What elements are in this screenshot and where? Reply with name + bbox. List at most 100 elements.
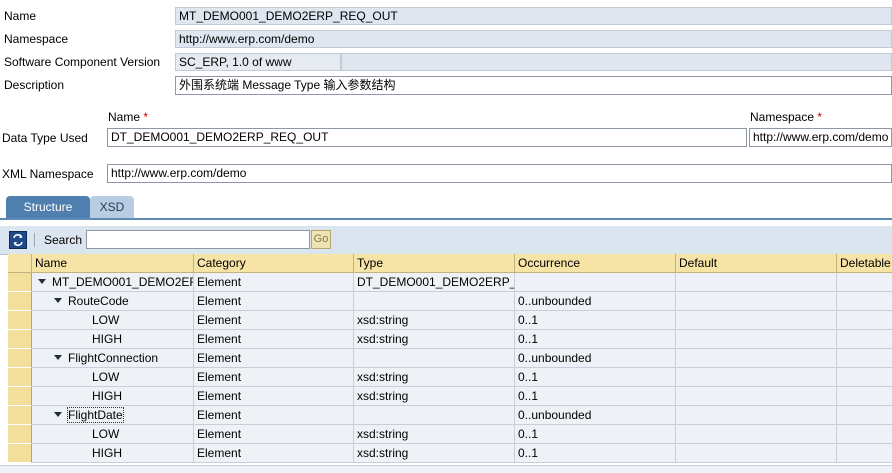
datatype-name-header: Name * — [108, 110, 149, 124]
occurrence-cell: 0..1 — [515, 330, 676, 349]
category-cell: Element — [194, 330, 354, 349]
table-row[interactable]: LOW Element xsd:string 0..1 — [8, 425, 892, 444]
xml-namespace-field[interactable]: http://www.erp.com/demo — [107, 164, 892, 183]
deletable-cell — [837, 425, 892, 444]
type-cell: xsd:string — [354, 368, 515, 387]
deletable-cell — [837, 292, 892, 311]
deletable-cell — [837, 368, 892, 387]
description-field[interactable]: 外围系统端 Message Type 输入参数结构 — [175, 76, 892, 95]
category-cell: Element — [194, 406, 354, 425]
datatype-used-label: Data Type Used — [2, 131, 88, 145]
type-cell — [354, 349, 515, 368]
column-header-name[interactable]: Name — [32, 254, 194, 273]
row-selector[interactable] — [8, 292, 32, 311]
type-cell — [354, 292, 515, 311]
default-cell — [676, 406, 837, 425]
table-row[interactable]: LOW Element xsd:string 0..1 — [8, 311, 892, 330]
table-row[interactable]: FlightDate Element 0..unbounded — [8, 406, 892, 425]
collapse-triangle-icon[interactable] — [54, 412, 62, 418]
select-all-header[interactable] — [8, 254, 32, 273]
table-row[interactable]: RouteCode Element 0..unbounded — [8, 292, 892, 311]
default-cell — [676, 311, 837, 330]
name-cell: HIGH — [32, 330, 194, 349]
column-header-deletable[interactable]: Deletable — [837, 254, 892, 273]
category-cell: Element — [194, 368, 354, 387]
type-cell: xsd:string — [354, 444, 515, 463]
deletable-cell — [837, 349, 892, 368]
name-cell: HIGH — [32, 387, 194, 406]
deletable-cell — [837, 311, 892, 330]
row-selector[interactable] — [8, 311, 32, 330]
namespace-label: Namespace — [4, 32, 69, 46]
datatype-namespace-header: Namespace * — [750, 110, 823, 124]
search-input[interactable] — [86, 230, 310, 249]
name-cell: LOW — [32, 425, 194, 444]
description-label: Description — [4, 78, 65, 92]
table-row[interactable]: LOW Element xsd:string 0..1 — [8, 368, 892, 387]
occurrence-cell: 0..unbounded — [515, 349, 676, 368]
table-row[interactable]: FlightConnection Element 0..unbounded — [8, 349, 892, 368]
row-selector[interactable] — [8, 406, 32, 425]
column-header-occurrence[interactable]: Occurrence — [515, 254, 676, 273]
default-cell — [676, 387, 837, 406]
deletable-cell — [837, 444, 892, 463]
default-cell — [676, 425, 837, 444]
table-row[interactable]: HIGH Element xsd:string 0..1 — [8, 387, 892, 406]
column-header-category[interactable]: Category — [194, 254, 354, 273]
category-cell: Element — [194, 292, 354, 311]
row-selector[interactable] — [8, 425, 32, 444]
tab-structure[interactable]: Structure — [6, 196, 90, 218]
default-cell — [676, 273, 837, 292]
default-cell — [676, 444, 837, 463]
category-cell: Element — [194, 273, 354, 292]
type-cell: xsd:string — [354, 330, 515, 349]
datatype-name-field[interactable]: DT_DEMO001_DEMO2ERP_REQ_OUT — [107, 128, 747, 147]
name-cell: HIGH — [32, 444, 194, 463]
row-selector[interactable] — [8, 273, 32, 292]
deletable-cell — [837, 387, 892, 406]
namespace-field[interactable]: http://www.erp.com/demo — [175, 30, 892, 48]
name-cell: LOW — [32, 311, 194, 330]
table-toolbar: Search Go — [0, 226, 892, 255]
collapse-triangle-icon[interactable] — [54, 298, 62, 304]
category-cell: Element — [194, 311, 354, 330]
column-header-default[interactable]: Default — [676, 254, 837, 273]
deletable-cell — [837, 273, 892, 292]
occurrence-cell: 0..1 — [515, 368, 676, 387]
refresh-icon[interactable] — [9, 231, 27, 249]
deletable-cell — [837, 330, 892, 349]
table-row[interactable]: HIGH Element xsd:string 0..1 — [8, 330, 892, 349]
table-row[interactable]: MT_DEMO001_DEMO2ERP_REQ_OUT Element DT_D… — [8, 273, 892, 292]
collapse-triangle-icon[interactable] — [38, 279, 46, 285]
type-cell: xsd:string — [354, 311, 515, 330]
row-selector[interactable] — [8, 444, 32, 463]
default-cell — [676, 349, 837, 368]
swcv-label: Software Component Version — [4, 55, 161, 69]
occurrence-cell: 0..1 — [515, 387, 676, 406]
column-header-type[interactable]: Type — [354, 254, 515, 273]
swcv-field[interactable]: SC_ERP, 1.0 of www — [175, 53, 341, 71]
occurrence-cell: 0..1 — [515, 425, 676, 444]
datatype-namespace-field[interactable]: http://www.erp.com/demo — [749, 128, 892, 147]
row-selector[interactable] — [8, 330, 32, 349]
row-selector[interactable] — [8, 387, 32, 406]
name-field[interactable]: MT_DEMO001_DEMO2ERP_REQ_OUT — [175, 7, 892, 25]
occurrence-cell: 0..1 — [515, 444, 676, 463]
type-cell: xsd:string — [354, 425, 515, 444]
collapse-triangle-icon[interactable] — [54, 355, 62, 361]
category-cell: Element — [194, 387, 354, 406]
name-cell: LOW — [32, 368, 194, 387]
default-cell — [676, 292, 837, 311]
toolbar-separator — [34, 233, 35, 247]
table-row[interactable]: HIGH Element xsd:string 0..1 — [8, 444, 892, 463]
row-selector[interactable] — [8, 368, 32, 387]
row-selector[interactable] — [8, 349, 32, 368]
category-cell: Element — [194, 349, 354, 368]
name-cell: FlightConnection — [32, 349, 194, 368]
type-cell — [354, 406, 515, 425]
occurrence-cell: 0..unbounded — [515, 292, 676, 311]
go-button[interactable]: Go — [311, 230, 331, 249]
name-cell: RouteCode — [32, 292, 194, 311]
tab-xsd[interactable]: XSD — [90, 196, 134, 218]
occurrence-cell: 0..unbounded — [515, 406, 676, 425]
